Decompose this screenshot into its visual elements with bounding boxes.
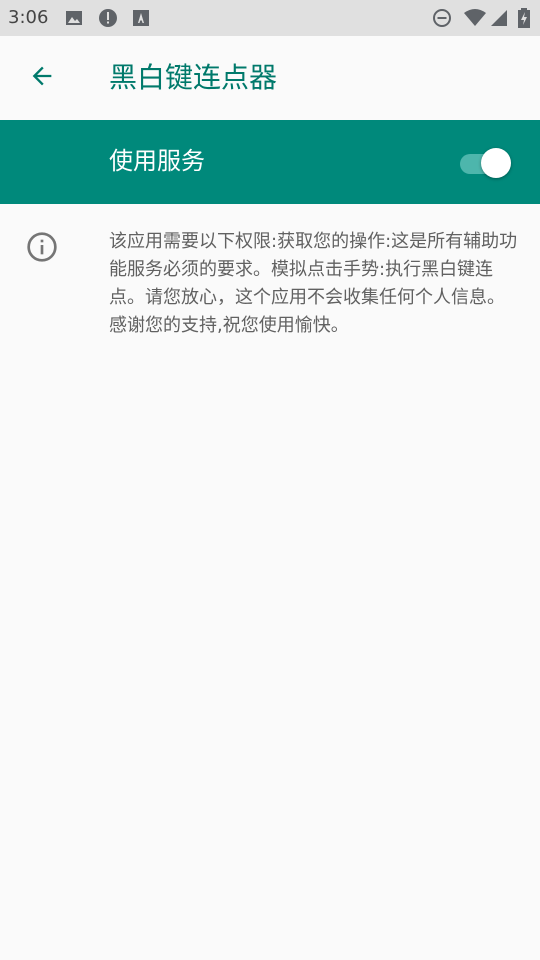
service-label: 使用服务 (109, 147, 205, 175)
status-time: 3:06 (8, 7, 49, 28)
signal-icon (489, 8, 509, 28)
dnd-icon (432, 8, 452, 28)
wifi-icon (463, 8, 487, 28)
battery-charging-icon (517, 8, 531, 28)
back-button[interactable] (18, 54, 66, 102)
service-toggle-bar[interactable]: 使用服务 (0, 120, 540, 204)
toolbar: 黑白键连点器 (0, 36, 540, 120)
page-title: 黑白键连点器 (109, 61, 278, 94)
font-icon (131, 8, 151, 28)
alert-icon (98, 8, 118, 28)
arrow-left-icon (28, 62, 56, 94)
info-icon (26, 231, 58, 263)
status-bar: 3:06 (0, 0, 540, 36)
switch-thumb (481, 148, 511, 178)
service-switch[interactable] (460, 148, 512, 178)
image-icon (64, 8, 84, 28)
permission-description: 该应用需要以下权限:获取您的操作:这是所有辅助功能服务必须的要求。模拟点击手势:… (109, 231, 518, 336)
